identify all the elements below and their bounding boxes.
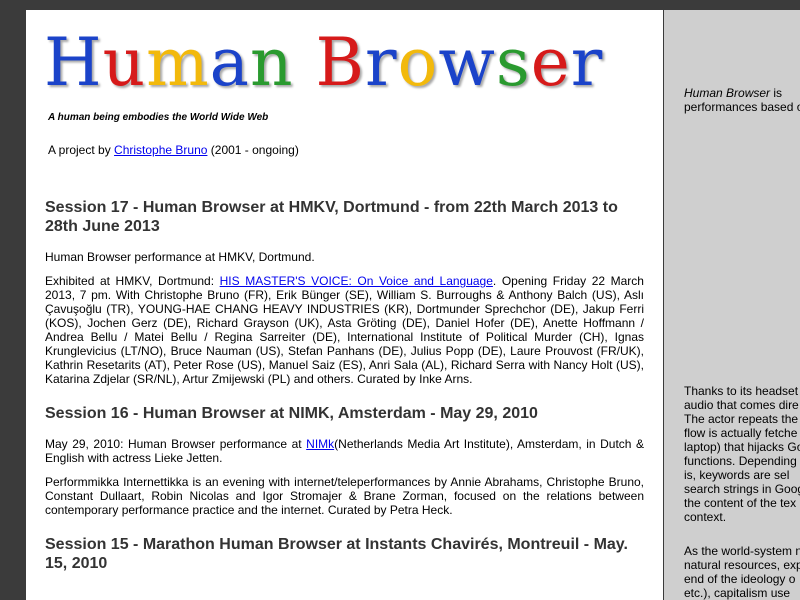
text: . Opening Friday 22 March 2013, 7 pm. Wi… [45,274,644,386]
text: Exhibited at HMKV, Dortmund: [45,274,220,288]
session-paragraph: Exhibited at HMKV, Dortmund: HIS MASTER'… [45,274,644,386]
session-paragraph: Performmikka Internettikka is an evening… [45,475,644,517]
sidebar-line: is, keywords are sel [684,468,790,482]
sidebar-line: laptop) that hijacks Go [684,440,800,454]
sidebar-line: context. [684,510,727,524]
sidebar-line: flow is actually fetche [684,426,798,440]
sidebar-line: audio that comes dire [684,398,799,412]
logo-letter: e [530,24,571,101]
sidebar-em: Human Browser [684,86,771,100]
exhibition-link[interactable]: HIS MASTER'S VOICE: On Voice and Languag… [220,274,493,288]
logo-letter: u [102,24,147,101]
text: May 29, 2010: Human Browser performance … [45,437,307,451]
sidebar-line: the content of the tex [684,496,797,510]
session-title: Session 17 - Human Browser at HMKV, Dort… [45,199,618,235]
sidebar-line: natural resources, exp [684,558,800,572]
main-content-panel: Human Browser A human being embodies the… [26,10,663,600]
project-prefix: A project by [48,143,115,157]
session-17: Session 17 - Human Browser at HMKV, Dort… [45,198,644,386]
logo-letter: r [570,24,604,101]
author-link[interactable]: Christophe Bruno [114,143,207,157]
project-credit: A project by Christophe Bruno (2001 - on… [48,143,299,157]
session-15: Session 15 - Marathon Human Browser at I… [45,535,644,573]
logo-letter: s [495,24,531,101]
sessions-list: Session 17 - Human Browser at HMKV, Dort… [45,198,644,591]
sidebar-line: performances based o [684,100,800,114]
logo-letter: r [365,24,398,101]
sidebar-line: end of the ideology o [684,572,796,586]
project-suffix: (2001 - ongoing) [207,143,299,157]
sidebar-line: The actor repeats the [684,412,799,426]
nimk-link[interactable]: NIMk [306,437,334,451]
logo-letter: n [250,24,294,101]
session-16: Session 16 - Human Browser at NIMK, Amst… [45,404,644,517]
sidebar-line: functions. Depending [684,454,797,468]
text: is [770,86,783,100]
sidebar-line: Thanks to its headset [684,384,799,398]
sidebar-block-world-system: As the world-system n natural resources, … [684,544,800,600]
session-title: Session 16 - Human Browser at NIMK, Amst… [45,405,538,422]
sidebar-panel: Human Browser is performances based o Th… [664,10,800,600]
logo-letter: H [44,24,103,101]
sidebar-intro: Human Browser is performances based o [684,86,800,114]
session-paragraph: Human Browser performance at HMKV, Dortm… [45,250,315,264]
logo-letter: B [315,24,366,101]
session-title: Session 15 - Marathon Human Browser at I… [45,536,628,572]
session-paragraph: May 29, 2010: Human Browser performance … [45,437,644,465]
logo-letter: o [397,24,439,101]
tagline: A human being embodies the World Wide We… [48,112,269,123]
sidebar-line: Human Browser is [684,86,800,100]
human-browser-logo: Human Browser [44,28,603,98]
sidebar-line: etc.), capitalism use [684,586,791,600]
logo-letter: m [146,24,210,101]
sidebar-line: search strings in Goog [684,482,800,496]
logo-letter: a [209,24,251,101]
sidebar-block-headset: Thanks to its headset audio that comes di… [684,384,800,524]
sidebar-line: As the world-system n [684,544,800,558]
logo-letter [294,24,316,101]
logo-letter: w [438,24,496,101]
